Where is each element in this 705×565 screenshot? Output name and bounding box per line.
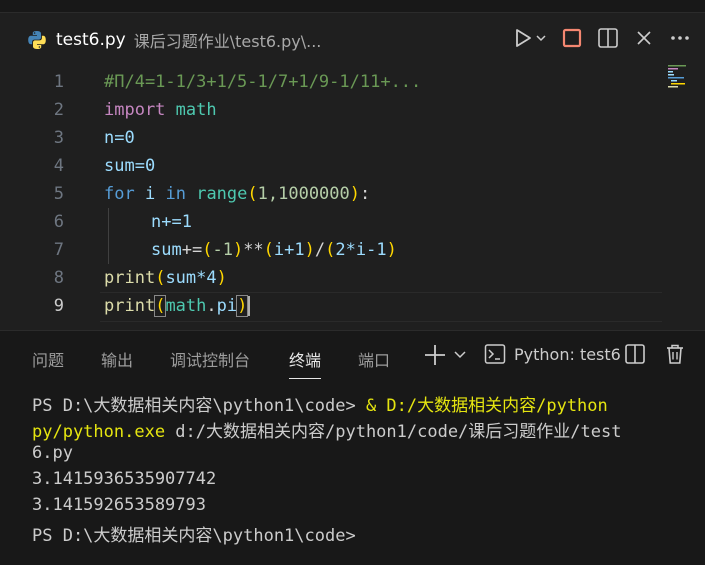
line-number: 7 bbox=[53, 240, 64, 260]
split-icon bbox=[625, 344, 645, 364]
line-number: 2 bbox=[53, 100, 64, 120]
tab-debug-console[interactable]: 调试控制台 bbox=[170, 347, 250, 371]
function-print: print bbox=[104, 296, 156, 316]
run-button[interactable] bbox=[513, 27, 547, 49]
text-cursor bbox=[248, 296, 251, 316]
code-line: 5 for i in range(1,1000000): bbox=[0, 180, 705, 208]
play-icon bbox=[516, 29, 546, 47]
trash-icon bbox=[667, 344, 683, 364]
keyword-for: for bbox=[104, 184, 135, 204]
split-terminal-button[interactable] bbox=[624, 343, 646, 365]
variable-sum: sum bbox=[151, 240, 182, 260]
tab-output[interactable]: 输出 bbox=[101, 347, 133, 371]
stop-icon bbox=[562, 28, 582, 48]
code-editor[interactable]: 1 #Π/4=1-1/3+1/5-1/7+1/9-1/11+... 2 impo… bbox=[0, 68, 705, 330]
terminal-output[interactable]: PS D:\大数据相关内容\python1\code> & D:/大数据相关内容… bbox=[0, 383, 705, 565]
operator: / bbox=[314, 240, 326, 260]
number-literal: -1 bbox=[212, 240, 233, 260]
stop-button[interactable] bbox=[561, 27, 583, 49]
tab-ports[interactable]: 端口 bbox=[358, 347, 390, 371]
terminal-output-value: 3.1415936535907742 bbox=[32, 469, 217, 489]
code-line: 7 sum+=(-1)**(i+1)/(2*i-1) bbox=[0, 236, 705, 264]
terminal-output-value: 3.141592653589793 bbox=[32, 495, 206, 515]
ellipsis-icon bbox=[671, 36, 689, 40]
code-line: 2 import math bbox=[0, 96, 705, 124]
range-args: 1,1000000 bbox=[257, 184, 350, 204]
split-editor-button[interactable] bbox=[597, 27, 619, 49]
kill-terminal-button[interactable] bbox=[664, 343, 686, 365]
expression: 2*i-1 bbox=[335, 240, 387, 260]
tab-filename: test6.py bbox=[56, 30, 126, 50]
attribute-pi: pi bbox=[216, 296, 238, 316]
split-editor-icon bbox=[598, 28, 618, 48]
code-line: 4 sum=0 bbox=[0, 152, 705, 180]
line-number: 5 bbox=[53, 184, 64, 204]
minimap[interactable] bbox=[668, 64, 698, 88]
close-icon bbox=[637, 31, 651, 45]
terminal-line: PS D:\大数据相关内容\python1\code> & D:/大数据相关内容… bbox=[32, 391, 608, 416]
more-actions-button[interactable] bbox=[669, 27, 691, 49]
editor-tab-test6[interactable]: test6.py 课后习题作业\test6.py\... bbox=[26, 27, 321, 53]
new-terminal-button[interactable] bbox=[425, 343, 471, 367]
plus-icon bbox=[425, 345, 466, 365]
expression: i+1 bbox=[273, 240, 305, 260]
terminal-command-arg: d:/大数据相关内容/python1/code/课后习题作业/test bbox=[165, 422, 622, 442]
terminal-command-path: & D:/大数据相关内容/python bbox=[365, 396, 608, 416]
line-number: 3 bbox=[53, 128, 64, 148]
terminal-icon bbox=[484, 344, 506, 364]
python-file-icon bbox=[26, 29, 48, 51]
line-number: 1 bbox=[53, 72, 64, 92]
tab-problems[interactable]: 问题 bbox=[32, 347, 64, 371]
title-bar-strip bbox=[0, 0, 705, 13]
terminal-prompt: PS D:\大数据相关内容\python1\code> bbox=[32, 396, 366, 416]
loop-variable: i bbox=[144, 184, 156, 204]
terminal-line: py/python.exe d:/大数据相关内容/python1/code/课后… bbox=[32, 417, 621, 442]
tab-path: 课后习题作业\test6.py\... bbox=[133, 32, 322, 51]
line-number: 6 bbox=[53, 212, 64, 232]
code-statement: n+=1 bbox=[151, 212, 192, 232]
line-number: 9 bbox=[53, 296, 64, 316]
tab-terminal[interactable]: 终端 bbox=[289, 347, 322, 379]
function-print: print bbox=[104, 268, 156, 288]
code-line: 6 n+=1 bbox=[0, 208, 705, 236]
terminal-command-path: py/python.exe bbox=[32, 422, 166, 442]
line-number: 4 bbox=[53, 156, 64, 176]
module-name: math bbox=[175, 100, 217, 120]
expression: sum*4 bbox=[165, 268, 217, 288]
builtin-range: range bbox=[196, 184, 248, 204]
editor-actions bbox=[513, 27, 691, 49]
panel-tab-bar: 问题 输出 调试控制台 终端 端口 Python: test6 bbox=[0, 331, 705, 383]
code-line: 1 #Π/4=1-1/3+1/5-1/7+1/9-1/11+... bbox=[0, 68, 705, 96]
terminal-selector[interactable]: Python: test6 bbox=[484, 343, 621, 365]
close-editor-button[interactable] bbox=[633, 27, 655, 49]
keyword-in: in bbox=[165, 184, 186, 204]
code-line: 3 n=0 bbox=[0, 124, 705, 152]
operator: += bbox=[181, 240, 203, 260]
code-line: 8 print(sum*4) bbox=[0, 264, 705, 292]
keyword-import: import bbox=[104, 100, 166, 120]
code-statement: sum=0 bbox=[104, 156, 156, 176]
terminal-prompt: PS D:\大数据相关内容\python1\code> bbox=[32, 526, 356, 546]
code-statement: n=0 bbox=[104, 128, 135, 148]
terminal-line: 6.py bbox=[32, 443, 73, 463]
line-number: 8 bbox=[53, 268, 64, 288]
operator: ** bbox=[243, 240, 264, 260]
code-comment: #Π/4=1-1/3+1/5-1/7+1/9-1/11+... bbox=[104, 72, 422, 92]
editor-tab-bar: test6.py 课后习题作业\test6.py\... bbox=[0, 13, 705, 68]
module-name: math bbox=[165, 296, 207, 316]
terminal-name: Python: test6 bbox=[514, 344, 621, 364]
code-line: 9 print(math.pi) bbox=[0, 292, 705, 320]
